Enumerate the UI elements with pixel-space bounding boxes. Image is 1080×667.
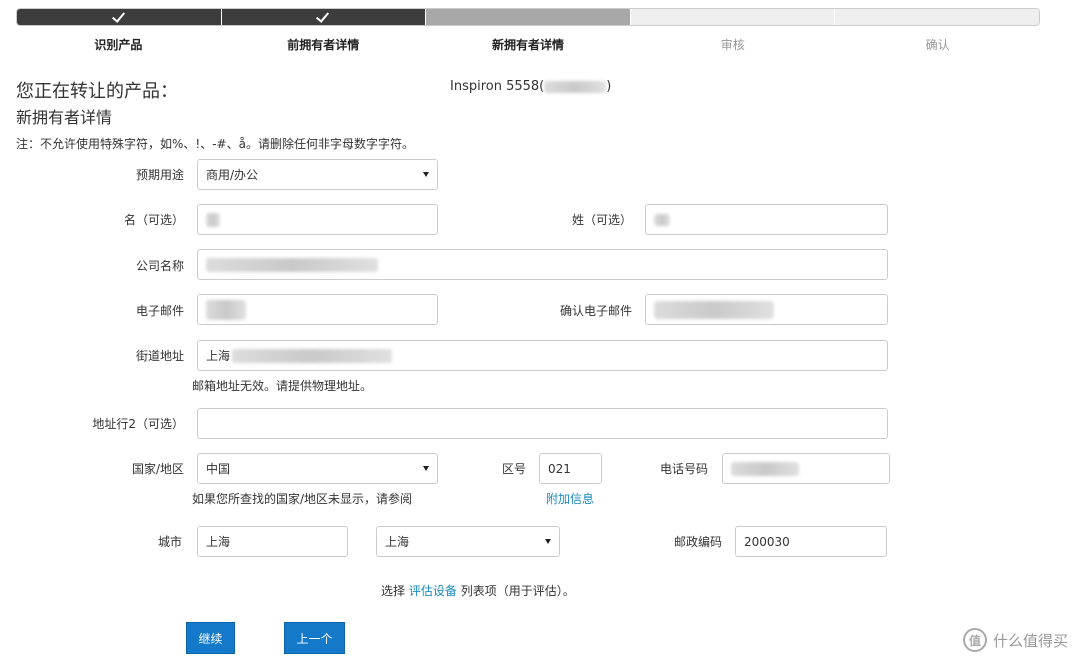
area-code-input[interactable]: 021 [539,453,602,484]
evaluation-prefix: 选择 [381,584,406,598]
step-label-previous-owner: 前拥有者详情 [287,38,360,52]
progress-bar [16,8,1040,26]
redacted-company [206,257,378,272]
progress-segment-new-owner [426,9,631,25]
redacted-service-tag [544,80,607,93]
first-name-input[interactable] [197,204,438,235]
country-label: 国家/地区 [131,462,184,476]
province-value: 上海 [385,535,410,549]
redacted-confirm-email [654,300,774,319]
confirm-email-label: 确认电子邮件 [559,304,632,318]
usage-value: 商用/办公 [206,168,259,182]
postal-label: 邮政编码 [673,535,722,549]
street-help-text: 邮箱地址无效。请提供物理地址。 [192,379,373,393]
step-label-review: 审核 [720,38,745,52]
watermark-logo-icon: 值 [962,628,987,652]
page-title: 您正在转让的产品： [16,81,178,102]
special-char-note: 注：不允许使用特殊字符，如%、!、-#、å。请删除任何非字母数字字符。 [16,137,414,151]
watermark: 值 什么值得买 [962,628,1068,652]
city-input[interactable]: 上海 [197,526,348,557]
step-label-identify: 识别产品 [94,38,143,52]
street-value: 上海 [206,349,231,363]
postal-input[interactable]: 200030 [735,526,887,557]
product-close-paren: ) [606,79,612,94]
area-code-label: 区号 [501,462,526,476]
additional-info-link[interactable]: 附加信息 [546,490,594,507]
email-input[interactable] [197,294,438,325]
progress-segment-review [630,9,836,25]
evaluation-suffix: 列表项（用于评估）。 [460,584,575,598]
evaluation-note: 选择 评估设备 列表项（用于评估）。 [381,582,575,599]
phone-label: 电话号码 [659,462,708,476]
progress-segment-previous-owner [221,9,427,25]
phone-input[interactable] [722,453,890,484]
dropdown-caret-icon [423,172,429,177]
product-name: Inspiron 5558() [450,79,611,94]
area-code-value: 021 [548,461,571,476]
redacted-email [206,299,246,320]
street-label: 街道地址 [135,349,184,363]
address2-label: 地址行2（可选） [92,417,184,431]
continue-button[interactable]: 继续 [186,622,235,654]
country-value: 中国 [206,462,231,476]
company-label: 公司名称 [135,259,184,273]
redacted-phone [731,461,799,476]
street-input[interactable]: 上海 [197,340,888,371]
progress-segment-confirm [835,9,1039,25]
last-name-input[interactable] [645,204,888,235]
step-label-new-owner: 新拥有者详情 [491,38,564,52]
confirm-email-input[interactable] [645,294,888,325]
address2-input[interactable] [197,408,888,439]
dropdown-caret-icon [423,466,429,471]
city-label: 城市 [157,535,182,549]
checkmark-icon [113,11,125,23]
email-label: 电子邮件 [135,304,184,318]
usage-label: 预期用途 [135,168,184,182]
province-select[interactable]: 上海 [376,526,560,557]
product-model: Inspiron 5558( [450,79,545,94]
section-subtitle: 新拥有者详情 [16,108,113,127]
usage-select[interactable]: 商用/办公 [197,159,438,190]
country-help-text: 如果您所查找的国家/地区未显示，请参阅 [192,492,413,506]
evaluation-device-link[interactable]: 评估设备 [409,584,457,598]
redacted-first-name [206,212,220,227]
redacted-last-name [654,213,670,226]
company-input[interactable] [197,249,888,280]
redacted-street [232,348,393,363]
country-select[interactable]: 中国 [197,453,438,484]
watermark-text: 什么值得买 [992,631,1068,650]
dropdown-caret-icon [545,539,551,544]
last-name-label: 姓（可选） [571,213,632,227]
progress-step-labels: 识别产品 前拥有者详情 新拥有者详情 审核 确认 [16,36,1040,53]
progress-segment-identify [17,9,222,25]
checkmark-icon [317,11,329,23]
city-value: 上海 [206,535,231,549]
step-label-confirm: 确认 [925,38,950,52]
first-name-label: 名（可选） [123,213,184,227]
back-button[interactable]: 上一个 [284,622,345,654]
postal-value: 200030 [744,534,790,549]
